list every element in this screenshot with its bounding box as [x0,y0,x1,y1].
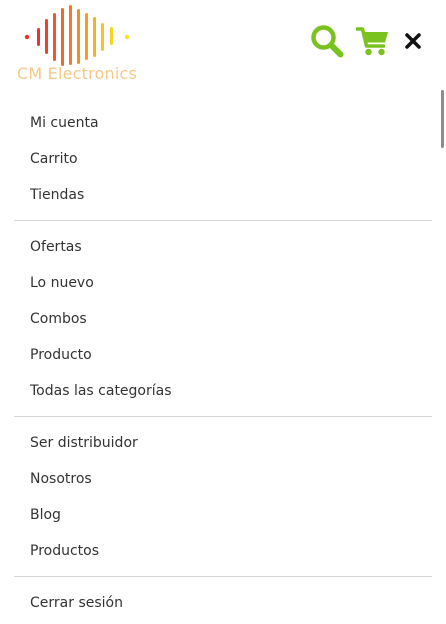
cart-button[interactable] [355,25,390,57]
search-button[interactable] [310,24,344,58]
menu-item-carrito[interactable]: Carrito [0,141,446,177]
logo-bar [85,13,88,60]
menu-item-blog[interactable]: Blog [0,497,446,533]
menu-header: CM Electronics [0,0,446,92]
close-icon [405,33,421,49]
menu-item-ser-distribuidor[interactable]: Ser distribuidor [0,425,446,461]
logo-bar [101,23,104,51]
menu-divider [14,220,432,221]
menu-item-ofertas[interactable]: Ofertas [0,229,446,265]
close-menu-button[interactable] [403,31,423,51]
logo-dot-left [24,34,30,40]
menu-item-nosotros[interactable]: Nosotros [0,461,446,497]
search-icon [311,25,344,58]
logo-bar [69,5,72,65]
menu-item-cerrar-sesion[interactable]: Cerrar sesión [0,585,446,621]
cart-icon [355,27,388,56]
brand-name: CM Electronics [17,64,138,83]
info-menu-group: Ser distribuidor Nosotros Blog Productos [0,425,446,569]
menu-item-tiendas[interactable]: Tiendas [0,177,446,213]
shop-menu-group: Ofertas Lo nuevo Combos Producto Todas l… [0,229,446,409]
menu-divider [14,576,432,577]
menu-item-todas-las-categorias[interactable]: Todas las categorías [0,373,446,409]
sound-wave-logo-icon [24,5,130,66]
menu-item-productos[interactable]: Productos [0,533,446,569]
account-menu-group: Mi cuenta Carrito Tiendas [0,105,446,213]
logo-bar [37,28,40,46]
menu-divider [14,416,432,417]
menu-item-producto[interactable]: Producto [0,337,446,373]
logo-bar [45,19,48,54]
menu-item-combos[interactable]: Combos [0,301,446,337]
logo-bar [93,17,96,57]
logo-bar [110,27,113,45]
brand-logo[interactable]: CM Electronics [14,2,149,84]
menu-item-lo-nuevo[interactable]: Lo nuevo [0,265,446,301]
menu-item-mi-cuenta[interactable]: Mi cuenta [0,105,446,141]
side-menu: Mi cuenta Carrito Tiendas Ofertas Lo nue… [0,105,446,621]
session-menu-group: Cerrar sesión [0,585,446,621]
logo-bar [61,8,64,66]
logo-dot-right [124,34,130,40]
mobile-menu-screen: CM Electronics Mi cuenta Carrito Tiendas… [0,0,446,624]
logo-bar [77,9,80,64]
logo-bar [53,13,56,61]
